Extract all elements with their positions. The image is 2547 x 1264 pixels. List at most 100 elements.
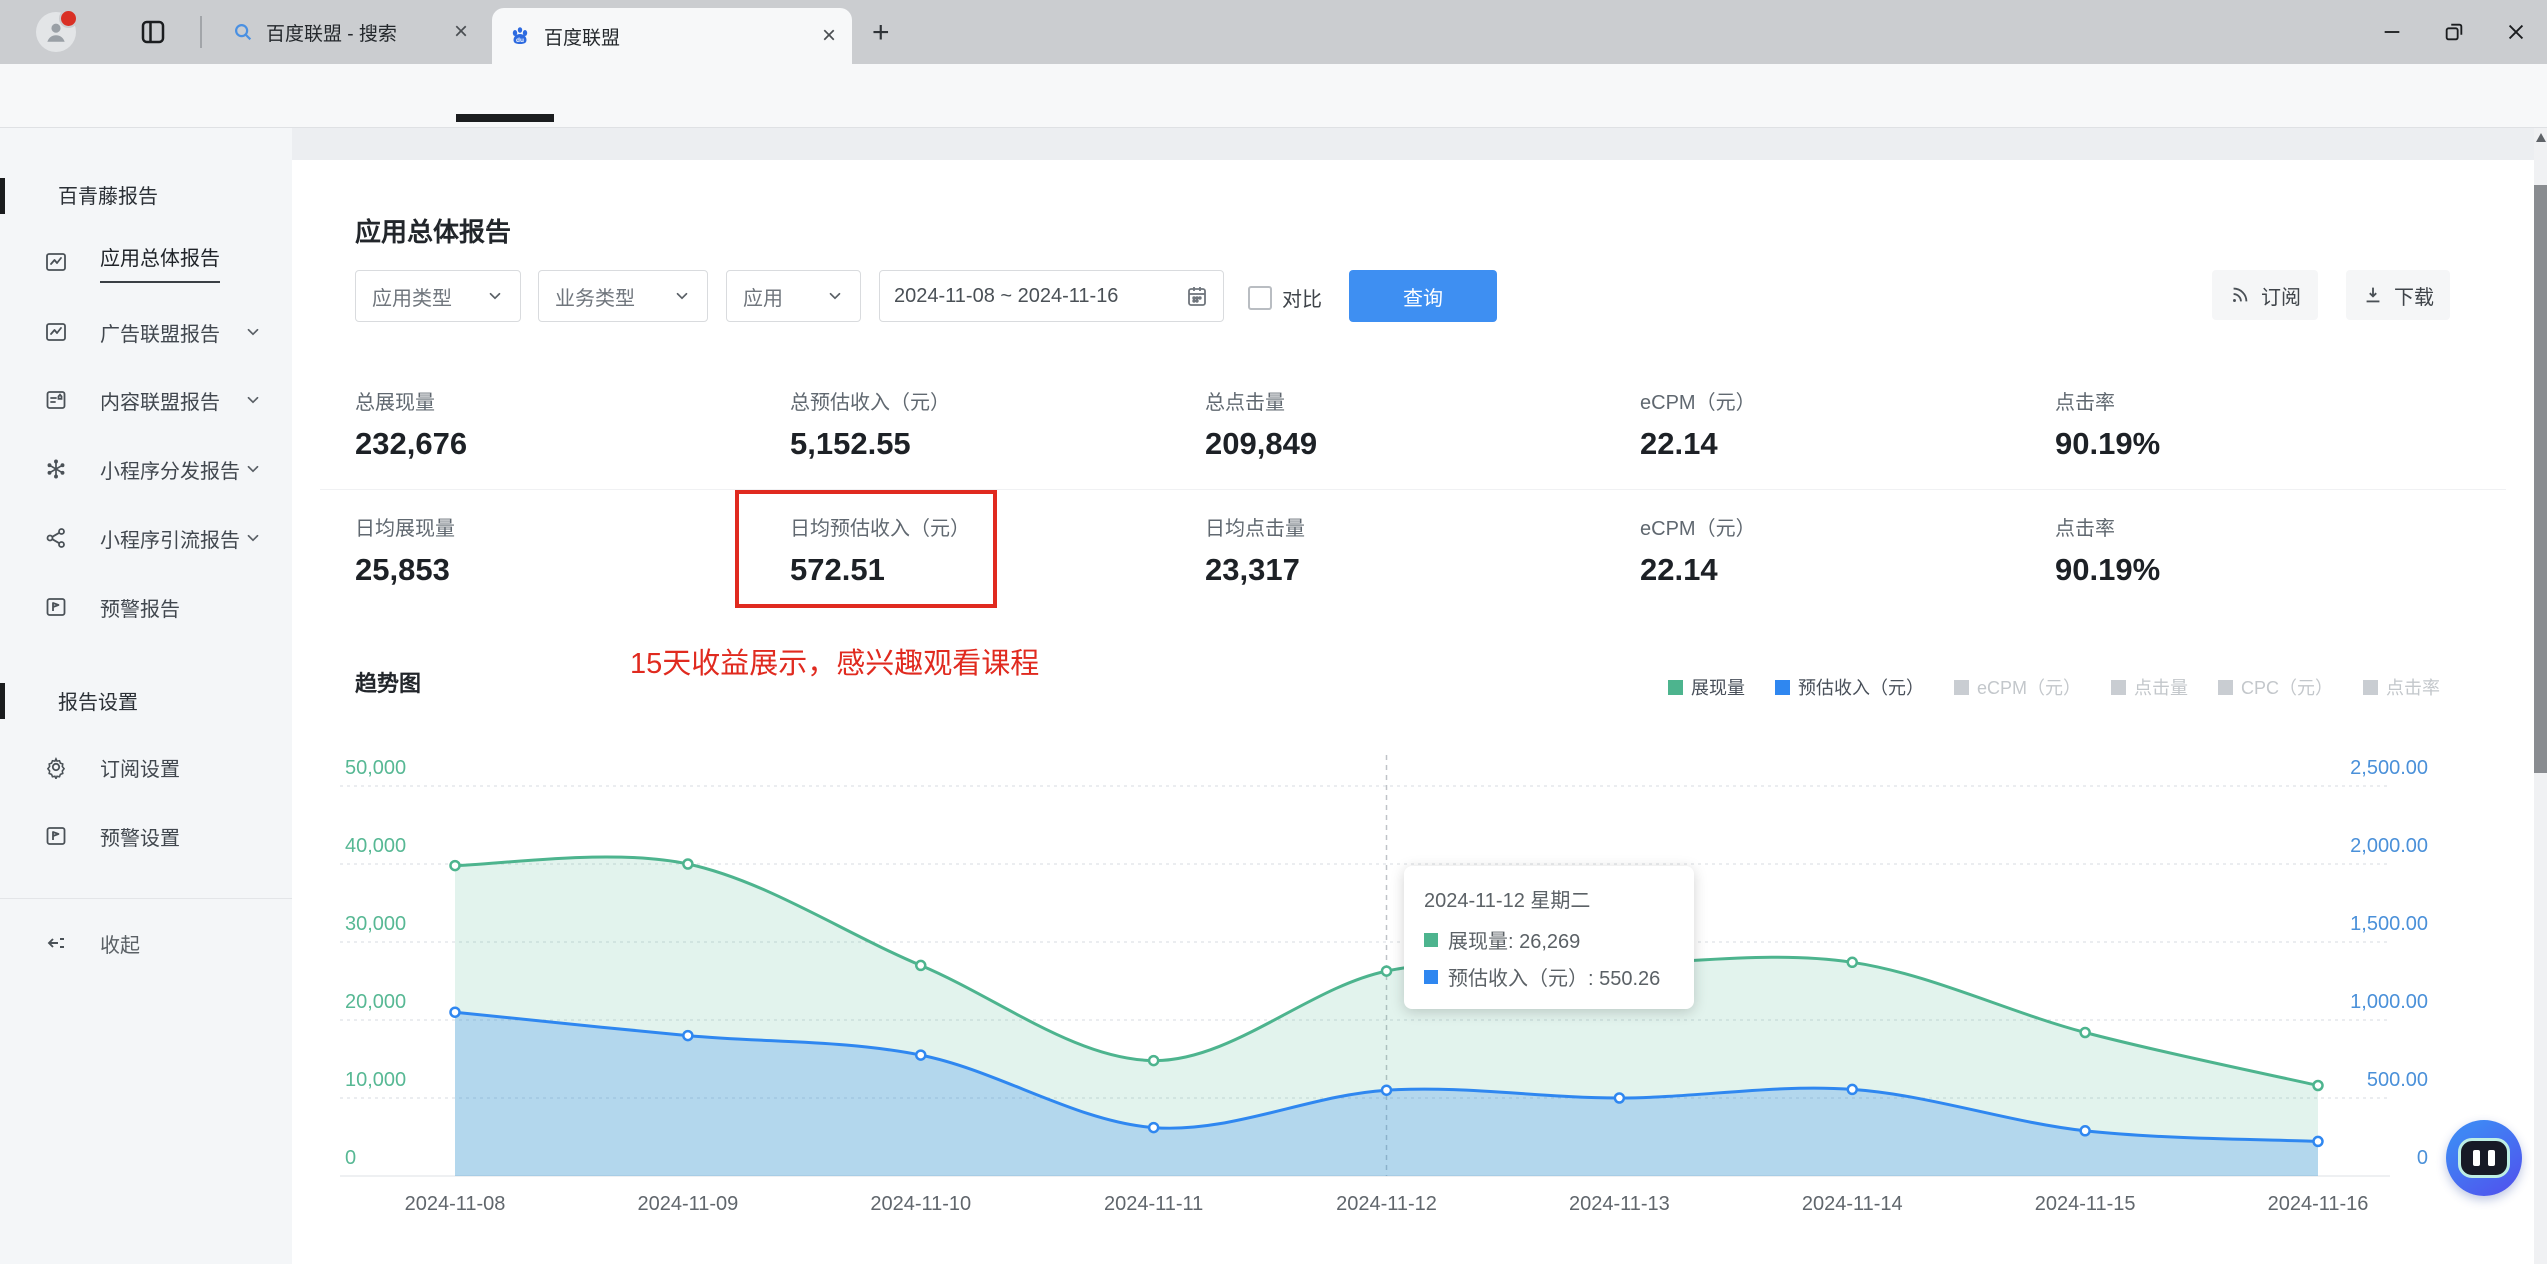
sidebar-item[interactable]: 广告联盟报告 <box>0 310 292 354</box>
calendar-icon <box>1188 287 1206 306</box>
assistant-robot-button[interactable] <box>2446 1120 2522 1196</box>
stat-label: 日均点击量 <box>1205 518 1305 540</box>
data-point[interactable] <box>1147 1054 1160 1067</box>
tooltip-row-text: 预估收入（元）: 550.26 <box>1448 968 1661 990</box>
scrollbar-up-arrow[interactable] <box>2536 133 2546 142</box>
data-point[interactable] <box>2079 1026 2091 1039</box>
data-point[interactable] <box>1380 1084 1393 1096</box>
robot-face-icon <box>2458 1138 2510 1178</box>
chevron-down-icon <box>244 323 262 341</box>
filter-select[interactable]: 应用 <box>726 270 861 322</box>
y-left-tick: 20,000 <box>345 991 406 1013</box>
tab-close-icon[interactable]: × <box>822 24 836 48</box>
sidebar-divider <box>0 898 292 899</box>
compare-checkbox[interactable] <box>1248 285 1272 310</box>
sidebar-item[interactable]: 小程序引流报告 <box>0 516 292 560</box>
stat-label: 日均展现量 <box>355 518 455 540</box>
data-point[interactable] <box>2312 1135 2324 1148</box>
sidebar-item[interactable]: 订阅设置 <box>0 745 292 789</box>
x-axis-label: 2024-11-10 <box>870 1193 971 1215</box>
minimize-button[interactable] <box>2361 0 2423 64</box>
red-highlight-box <box>735 490 997 608</box>
y-right-tick: 1,500.00 <box>2350 913 2428 935</box>
data-point[interactable] <box>915 959 927 972</box>
data-point[interactable] <box>1846 1083 1858 1096</box>
data-point[interactable] <box>2312 1079 2324 1092</box>
tooltip-swatch <box>1424 932 1438 947</box>
scrollbar-thumb[interactable] <box>2534 185 2547 773</box>
subscribe-button[interactable]: 订阅 <box>2212 270 2318 320</box>
sidebar-item-label: 小程序引流报告 <box>100 529 240 552</box>
legend-swatch <box>2363 679 2379 695</box>
data-point[interactable] <box>1380 965 1393 977</box>
stat-label: eCPM（元） <box>1640 392 1756 414</box>
tab-close-icon[interactable]: × <box>454 20 468 44</box>
legend-item[interactable]: CPC（元） <box>2218 674 2333 700</box>
legend-item[interactable]: 点击率 <box>2363 674 2440 700</box>
search-favicon <box>235 24 252 41</box>
x-axis-label: 2024-11-08 <box>405 1193 506 1215</box>
legend-item[interactable]: 展现量 <box>1668 674 1745 700</box>
x-axis-label: 2024-11-12 <box>1336 1193 1437 1215</box>
y-right-tick: 2,500.00 <box>2350 757 2428 779</box>
legend-item[interactable]: 预估收入（元） <box>1775 674 1924 700</box>
browser-tab-active[interactable]: du 百度联盟 × <box>492 8 852 64</box>
stat-value: 90.19% <box>2055 552 2161 587</box>
select-value: 应用类型 <box>372 287 452 310</box>
filter-select[interactable]: 应用类型 <box>355 270 521 322</box>
data-point[interactable] <box>449 859 461 872</box>
sidebar: 百青藤报告 应用总体报告 广告联盟报告 内容联盟报告 小程序分发报告 小程序引流报告 预警… <box>0 128 292 1264</box>
data-point[interactable] <box>1147 1121 1160 1134</box>
stat-label: 总预估收入（元） <box>790 392 950 414</box>
browser-tab-search[interactable]: 百度联盟 - 搜索 × <box>216 8 484 56</box>
compare-label: 对比 <box>1282 289 1322 311</box>
legend-swatch <box>1775 679 1790 695</box>
legend-label: CPC（元） <box>2241 678 2334 698</box>
sidebar-item[interactable]: 应用总体报告 <box>0 240 292 284</box>
legend-label: 点击量 <box>2134 678 2189 698</box>
legend-swatch <box>1954 679 1969 695</box>
date-range-picker[interactable]: 2024-11-08 ~ 2024-11-16 <box>879 270 1224 322</box>
data-point[interactable] <box>915 1049 927 1061</box>
legend-item[interactable]: 点击量 <box>2111 674 2188 700</box>
data-point[interactable] <box>682 858 694 870</box>
tab-title: 百度联盟 - 搜索 <box>266 23 397 45</box>
stat-label: 点击率 <box>2055 392 2115 414</box>
sidebar-item[interactable]: 小程序分发报告 <box>0 447 292 491</box>
trend-chart[interactable]: 0 0 10,000 500.00 20,000 1,000.00 30,000 1,500.… <box>300 742 2500 1220</box>
tooltip-row: 预估收入（元）: 550.26 <box>1424 962 1674 991</box>
y-right-tick: 2,000.00 <box>2350 835 2428 857</box>
close-button[interactable] <box>2485 0 2547 64</box>
legend-item[interactable]: eCPM（元） <box>1954 674 2081 700</box>
chevron-down-icon <box>244 460 262 478</box>
sidebar-item-label: 预警报告 <box>100 598 180 621</box>
x-axis-label: 2024-11-09 <box>637 1193 738 1215</box>
profile-avatar[interactable] <box>36 9 78 52</box>
sidebar-collapse[interactable]: 收起 <box>0 921 292 965</box>
share-icon <box>44 526 68 550</box>
x-axis-label: 2024-11-14 <box>1802 1193 1903 1215</box>
chart-legend: 展现量 预估收入（元） eCPM（元） 点击量 CPC（元） 点击率 <box>1668 674 2440 700</box>
sidebar-item[interactable]: 内容联盟报告 <box>0 378 292 422</box>
query-button[interactable]: 查询 <box>1349 270 1497 322</box>
workspaces-icon[interactable] <box>138 17 168 47</box>
compare-option[interactable]: 对比 <box>1248 283 1322 312</box>
legend-swatch <box>2111 679 2127 695</box>
data-point[interactable] <box>449 1006 461 1018</box>
download-button[interactable]: 下载 <box>2346 270 2450 320</box>
sidebar-item-label: 预警设置 <box>100 827 180 850</box>
y-left-tick: 50,000 <box>345 757 406 779</box>
new-tab-button[interactable]: + <box>872 16 890 50</box>
doc-icon <box>44 388 68 412</box>
sidebar-item[interactable]: 预警设置 <box>0 814 292 858</box>
data-point[interactable] <box>1846 956 1858 969</box>
restore-button[interactable] <box>2423 0 2485 64</box>
data-point[interactable] <box>1613 1092 1626 1104</box>
y-left-tick: 40,000 <box>345 835 406 857</box>
sidebar-item[interactable]: 预警报告 <box>0 585 292 629</box>
data-point[interactable] <box>682 1029 694 1042</box>
filter-select[interactable]: 业务类型 <box>538 270 708 322</box>
data-point[interactable] <box>2079 1125 2091 1137</box>
section-marker <box>0 178 5 214</box>
stat-label: 总展现量 <box>355 392 435 414</box>
